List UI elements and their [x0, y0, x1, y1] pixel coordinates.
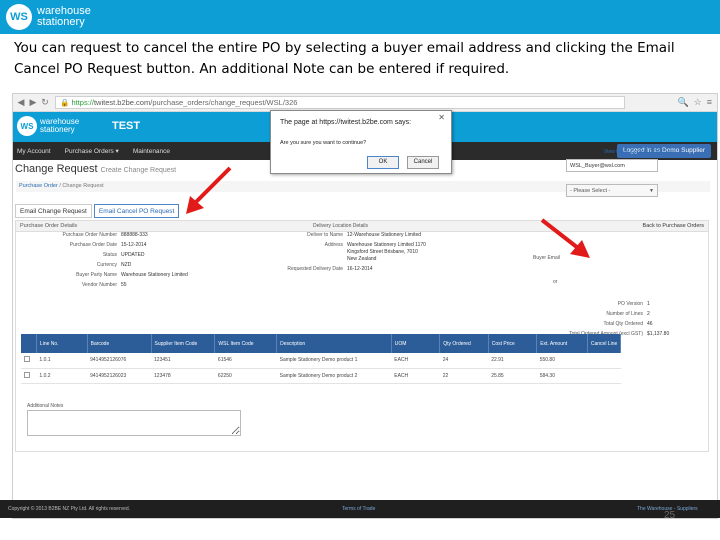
- line-select-checkbox[interactable]: [24, 356, 30, 363]
- star-icon[interactable]: ☆: [694, 97, 702, 108]
- action-tabs: Email Change Request Email Cancel PO Req…: [15, 204, 181, 218]
- or-label: or: [553, 279, 558, 285]
- breadcrumb-purchase-order[interactable]: Purchase Order: [19, 183, 58, 189]
- slide-page-number: 25: [664, 510, 676, 521]
- po-field: Purchase Order Number 888888-333: [62, 232, 148, 238]
- menu-icon[interactable]: ≡: [707, 97, 712, 108]
- email-change-request-button[interactable]: Email Change Request: [15, 204, 92, 218]
- close-icon[interactable]: ✕: [438, 113, 445, 122]
- table-header-row: Line No. Barcode Supplier Item Code WSL …: [21, 334, 622, 353]
- url-field[interactable]: 🔒 https://twitest.b2be.com/purchase_orde…: [55, 96, 625, 109]
- red-arrow-icon: [186, 166, 232, 214]
- search-icon[interactable]: 🔍: [677, 97, 688, 108]
- table-row: 1.0.2 9414952126023 123478 62250 Sample …: [21, 368, 621, 384]
- app-logo-badge: WS: [17, 116, 37, 136]
- confirm-dialog: The page at https://twitest.b2be.com say…: [270, 110, 452, 174]
- page-content: Change Request Create Change Request Pur…: [13, 160, 717, 500]
- po-field: Status UPDATED: [102, 252, 145, 258]
- dialog-ok-button[interactable]: OK: [367, 156, 399, 169]
- summary-field: Number of Lines 2: [606, 311, 650, 317]
- summary-field: PO Version 1: [617, 301, 650, 307]
- buyer-email-select-value: - Please Select -: [570, 188, 611, 194]
- app-logo[interactable]: WS warehouse stationery: [17, 116, 79, 136]
- view-buyer-contact-link[interactable]: View Buyer Contact Detail List: [604, 149, 671, 155]
- nav-my-account[interactable]: My Account: [17, 148, 51, 155]
- back-icon[interactable]: ◀: [15, 97, 27, 108]
- copyright-text: Copyright © 2013 B2BE NZ Pty Ltd. All ri…: [8, 506, 131, 512]
- nav-purchase-orders[interactable]: Purchase Orders ▾: [65, 147, 119, 155]
- back-to-purchase-orders-link[interactable]: Back to Purchase Orders: [643, 221, 704, 232]
- delivery-field: Address Warehouse Stationery Limited 1170: [324, 242, 426, 248]
- po-field: Vendor Number 55: [81, 282, 127, 288]
- dialog-cancel-button[interactable]: Cancel: [407, 156, 439, 169]
- red-arrow-icon: [540, 218, 590, 258]
- url-host: twitest.b2be.com: [93, 98, 151, 107]
- email-cancel-po-request-button[interactable]: Email Cancel PO Request: [93, 204, 180, 218]
- delivery-heading: Delivery Location Details: [313, 223, 369, 229]
- delivery-field: Deliver to Name 12-Warehouse Stationery L…: [307, 232, 422, 238]
- brand-logo: WS warehouse stationery: [6, 4, 91, 30]
- buyer-email-field[interactable]: WSL_Buyer@wsl.com: [566, 159, 658, 172]
- nav-maintenance[interactable]: Maintenance: [133, 148, 170, 155]
- line-select-checkbox[interactable]: [24, 371, 30, 378]
- delivery-field: Kingsford Street Brisbane, 7010: [347, 249, 418, 255]
- instruction-text: You can request to cancel the entire PO …: [14, 40, 675, 77]
- notes-label: Additional Notes: [27, 403, 64, 409]
- app-footer: Copyright © 2013 B2BE NZ Pty Ltd. All ri…: [0, 500, 720, 518]
- url-path: /purchase_orders/change_request/WSL/326: [150, 98, 298, 107]
- page-subtitle: Create Change Request: [100, 167, 177, 174]
- logo-line-2: stationery: [37, 16, 85, 28]
- po-field: Currency NZD: [96, 262, 132, 268]
- table-row: 1.0.1 9414952126076 123451 61546 Sample …: [21, 353, 621, 369]
- page-title-text: Change Request: [15, 163, 98, 175]
- delivery-field: Requested Delivery Date 16-12-2014: [287, 266, 373, 272]
- po-field: Purchase Order Date 15-12-2014: [69, 242, 147, 248]
- app-logo-line-2: stationery: [40, 125, 75, 134]
- slide-header-bar: WS warehouse stationery: [0, 0, 720, 34]
- breadcrumb-change-request: Change Request: [62, 183, 104, 189]
- po-lines-table: Line No. Barcode Supplier Item Code WSL …: [21, 334, 622, 384]
- reload-icon[interactable]: ↻: [39, 97, 51, 108]
- po-field: Buyer Party Name Warehouse Stationery Lim…: [76, 272, 188, 278]
- environment-label: TEST: [112, 120, 141, 132]
- page-title: Change Request Create Change Request: [15, 163, 176, 175]
- dialog-message: Are you sure you want to continue?: [280, 140, 367, 146]
- terms-link[interactable]: Terms of Trade: [342, 506, 375, 512]
- panel-title: Purchase Order Details: [20, 223, 78, 229]
- dialog-title: The page at https://twitest.b2be.com say…: [280, 119, 412, 126]
- delivery-field: New Zealand: [347, 256, 377, 262]
- chevron-down-icon: ▼: [649, 188, 654, 194]
- buyer-email-select[interactable]: - Please Select - ▼: [566, 184, 658, 197]
- lock-icon: 🔒: [60, 98, 70, 107]
- forward-icon[interactable]: ▶: [27, 97, 39, 108]
- additional-notes-textarea[interactable]: [27, 410, 241, 436]
- logo-badge: WS: [6, 4, 32, 30]
- summary-field: Total Qty Ordered 46: [603, 321, 653, 327]
- url-scheme: https://: [71, 98, 94, 107]
